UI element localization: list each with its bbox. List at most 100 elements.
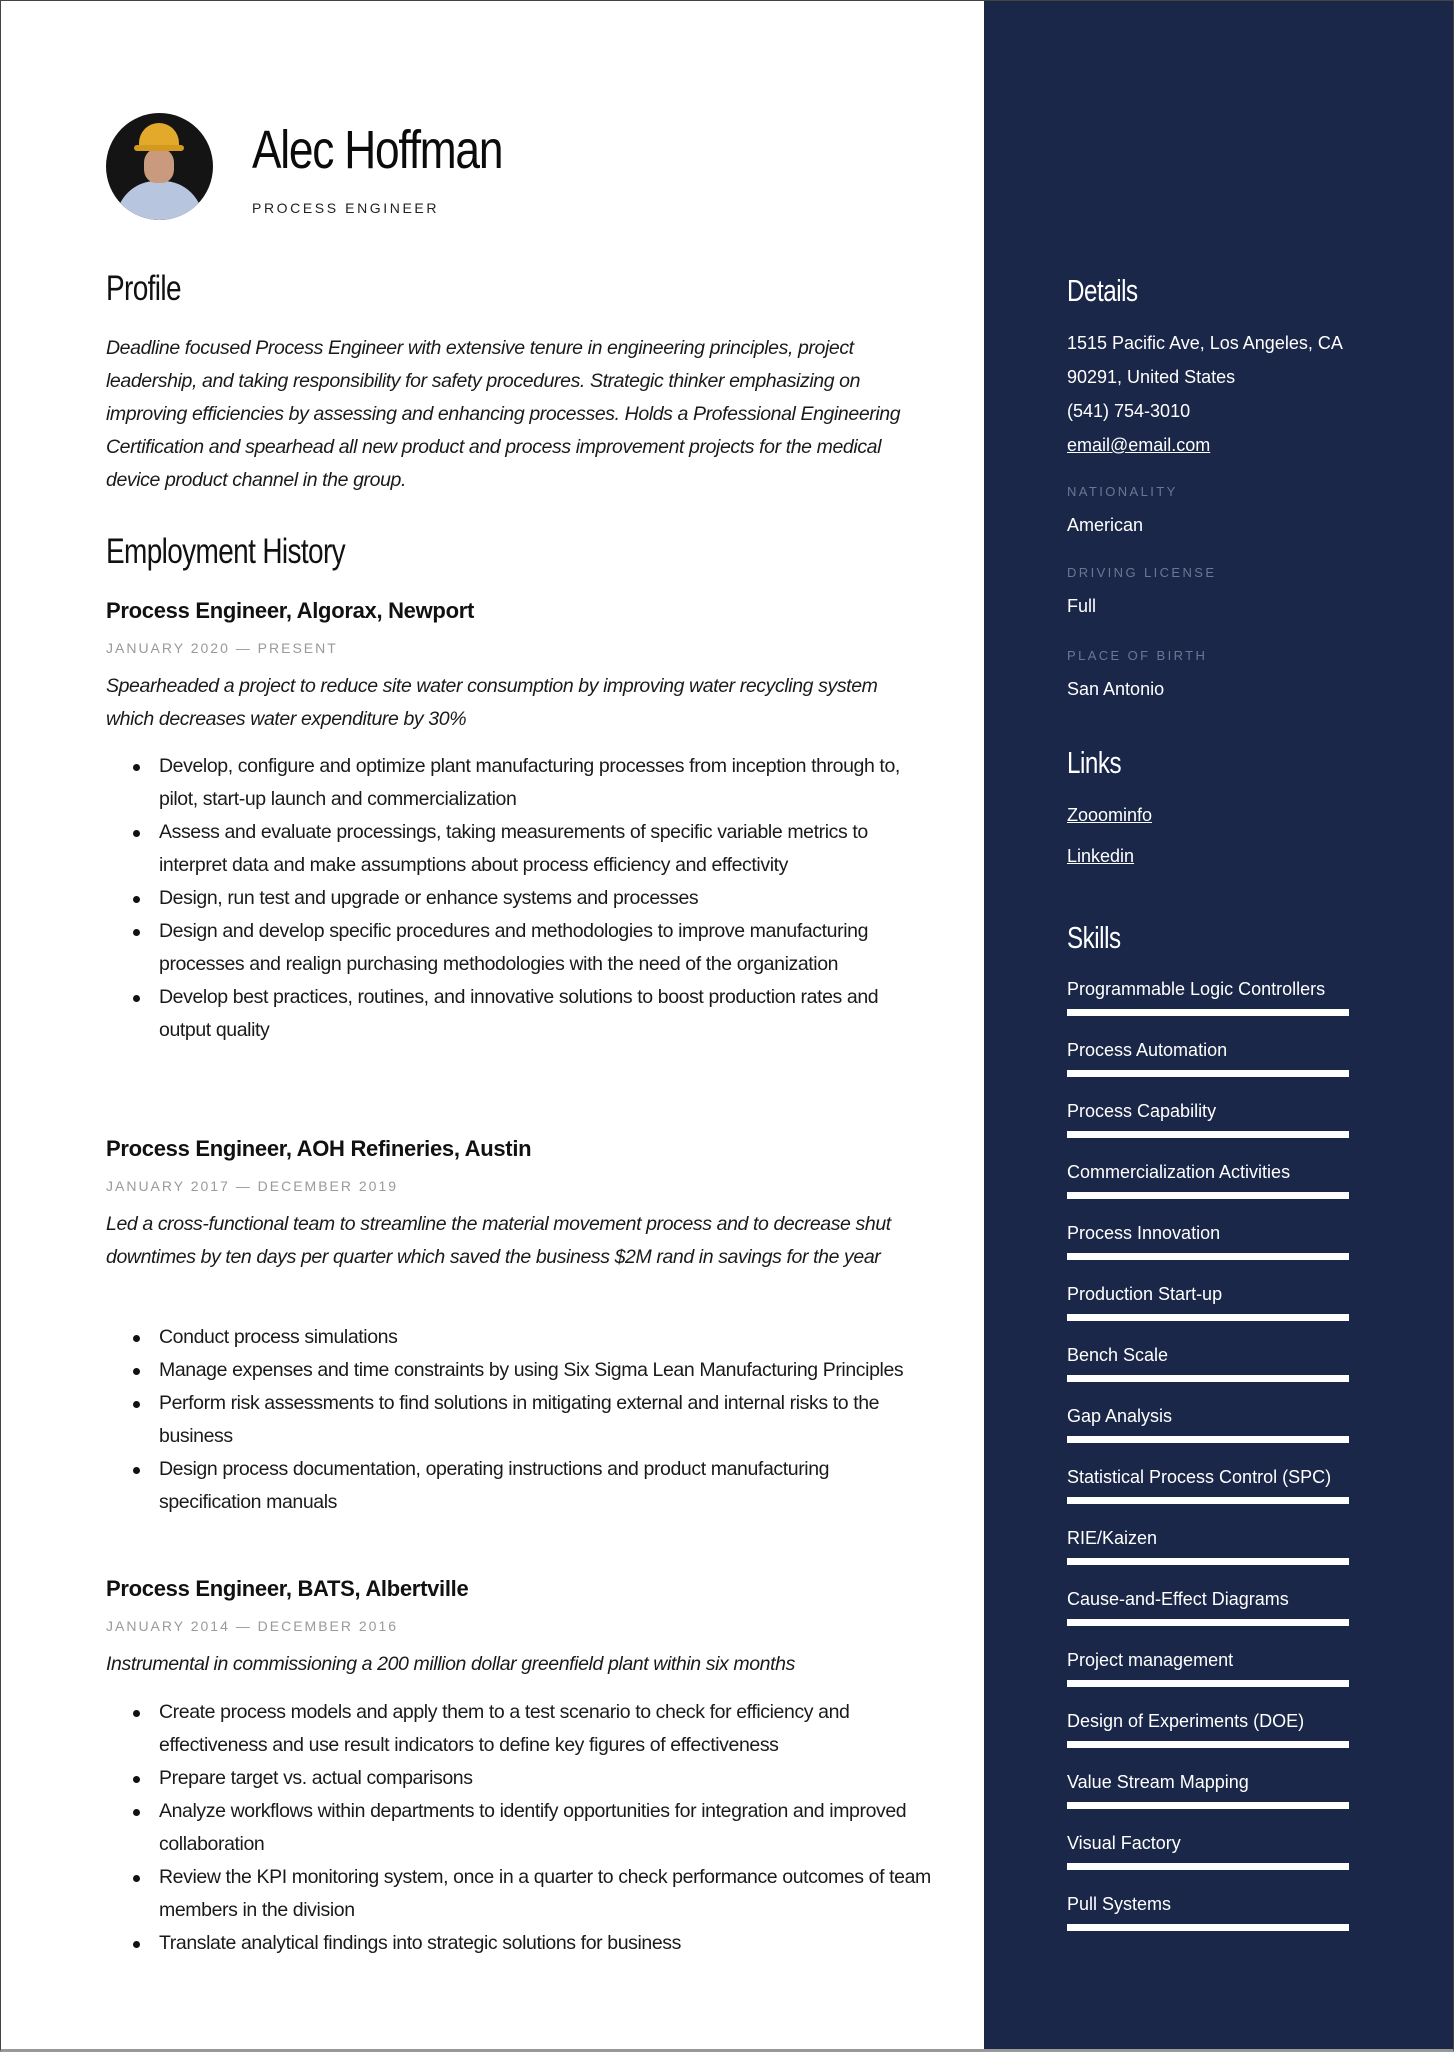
bullet-item: Design and develop specific procedures a… — [133, 915, 931, 981]
skill-level-fill — [1067, 1802, 1349, 1809]
skill-level-fill — [1067, 1558, 1349, 1565]
job-bullets: Conduct process simulations Manage expen… — [106, 1321, 931, 1519]
skill-level-fill — [1067, 1192, 1349, 1199]
skill-name: Visual Factory — [1067, 1833, 1181, 1853]
skill-name: Design of Experiments (DOE) — [1067, 1711, 1305, 1731]
place-of-birth-value: San Antonio — [1067, 679, 1165, 699]
skill-item: Cause-and-Effect Diagrams — [1067, 1587, 1349, 1648]
nationality-value: American — [1067, 515, 1144, 535]
skill-name: Statistical Process Control (SPC) — [1067, 1467, 1332, 1487]
skill-level-bar — [1067, 1314, 1349, 1321]
job-bullets: Create process models and apply them to … — [106, 1696, 931, 1960]
nationality-label: NATIONALITY — [1067, 484, 1178, 499]
skill-level-fill — [1067, 1314, 1349, 1321]
skills-list: Programmable Logic Controllers Process Au… — [1067, 977, 1349, 1953]
skill-name: Production Start-up — [1067, 1284, 1223, 1304]
skill-level-bar — [1067, 1680, 1349, 1687]
skill-item: Process Automation — [1067, 1038, 1349, 1099]
skill-item: Programmable Logic Controllers — [1067, 977, 1349, 1038]
link-zooominfo[interactable]: Zooominfo — [1067, 803, 1152, 827]
skill-item: Process Innovation — [1067, 1221, 1349, 1282]
skill-level-bar — [1067, 1558, 1349, 1565]
job-title: Process Engineer, BATS, Albertville — [106, 1576, 469, 1601]
job-summary: Spearheaded a project to reduce site wat… — [106, 675, 878, 730]
job-dates: JANUARY 2017 — DECEMBER 2019 — [106, 1178, 399, 1194]
skill-item: Design of Experiments (DOE) — [1067, 1709, 1349, 1770]
resume-page: Alec Hoffman PROCESS ENGINEER Profile De… — [0, 0, 1454, 2052]
skill-level-bar — [1067, 1741, 1349, 1748]
link-linkedin[interactable]: Linkedin — [1067, 844, 1134, 868]
photo-shirt — [116, 181, 203, 220]
bullet-item: Translate analytical findings into strat… — [133, 1927, 931, 1960]
skill-item: Commercialization Activities — [1067, 1160, 1349, 1221]
bullet-item: Conduct process simulations — [133, 1321, 931, 1354]
details-heading: Details — [1067, 273, 1138, 308]
skill-level-fill — [1067, 1009, 1349, 1016]
skill-item: Statistical Process Control (SPC) — [1067, 1465, 1349, 1526]
links-heading: Links — [1067, 745, 1122, 780]
address-line1: 1515 Pacific Ave, Los Angeles, CA — [1067, 333, 1343, 353]
skill-name: Gap Analysis — [1067, 1406, 1173, 1426]
bullet-item: Create process models and apply them to … — [133, 1696, 931, 1762]
skill-name: Project management — [1067, 1650, 1234, 1670]
bullet-item: Develop best practices, routines, and in… — [133, 981, 931, 1047]
employment-heading: Employment History — [106, 532, 346, 571]
skills-heading: Skills — [1067, 920, 1121, 955]
bullet-item: Analyze workflows within departments to … — [133, 1795, 931, 1861]
skill-level-bar — [1067, 1497, 1349, 1504]
place-of-birth-label: PLACE OF BIRTH — [1067, 648, 1208, 663]
skill-level-bar — [1067, 1009, 1349, 1016]
bullet-item: Manage expenses and time constraints by … — [133, 1354, 931, 1387]
hard-hat-brim — [134, 145, 184, 151]
bullet-item: Assess and evaluate processings, taking … — [133, 816, 931, 882]
job-dates: JANUARY 2020 — PRESENT — [106, 640, 338, 656]
skill-level-fill — [1067, 1253, 1349, 1260]
skill-name: Value Stream Mapping — [1067, 1772, 1249, 1792]
skill-level-fill — [1067, 1497, 1349, 1504]
bullet-item: Design process documentation, operating … — [133, 1453, 931, 1519]
skill-level-fill — [1067, 1619, 1349, 1626]
skill-level-bar — [1067, 1192, 1349, 1199]
candidate-name: Alec Hoffman — [252, 120, 503, 180]
skill-item: Production Start-up — [1067, 1282, 1349, 1343]
skill-level-bar — [1067, 1619, 1349, 1626]
skill-item: Process Capability — [1067, 1099, 1349, 1160]
skill-item: Project management — [1067, 1648, 1349, 1709]
skill-level-bar — [1067, 1802, 1349, 1809]
profile-heading: Profile — [106, 269, 182, 308]
skill-level-fill — [1067, 1131, 1349, 1138]
skill-level-fill — [1067, 1436, 1349, 1443]
skill-name: Process Capability — [1067, 1101, 1217, 1121]
bullet-item: Prepare target vs. actual comparisons — [133, 1762, 931, 1795]
bullet-item: Develop, configure and optimize plant ma… — [133, 750, 931, 816]
job-title: Process Engineer, AOH Refineries, Austin — [106, 1136, 532, 1161]
skill-item: Pull Systems — [1067, 1892, 1349, 1953]
address-line2: 90291, United States — [1067, 367, 1236, 387]
skill-level-fill — [1067, 1375, 1349, 1382]
job-title: Process Engineer, Algorax, Newport — [106, 598, 474, 623]
skill-level-fill — [1067, 1741, 1349, 1748]
skill-name: Commercialization Activities — [1067, 1162, 1291, 1182]
photo-face — [144, 149, 174, 183]
job-bullets: Develop, configure and optimize plant ma… — [106, 750, 931, 1047]
skill-item: Gap Analysis — [1067, 1404, 1349, 1465]
candidate-title: PROCESS ENGINEER — [252, 200, 440, 216]
skill-name: Programmable Logic Controllers — [1067, 979, 1326, 999]
skill-level-fill — [1067, 1863, 1349, 1870]
skill-level-bar — [1067, 1131, 1349, 1138]
skill-item: RIE/Kaizen — [1067, 1526, 1349, 1587]
skill-name: RIE/Kaizen — [1067, 1528, 1158, 1548]
email-link[interactable]: email@email.com — [1067, 433, 1210, 457]
job-summary: Instrumental in commissioning a 200 mill… — [106, 1653, 795, 1675]
skill-item: Visual Factory — [1067, 1831, 1349, 1892]
bullet-item: Perform risk assessments to find solutio… — [133, 1387, 931, 1453]
skill-level-bar — [1067, 1924, 1349, 1931]
skill-name: Process Automation — [1067, 1040, 1228, 1060]
skill-level-bar — [1067, 1070, 1349, 1077]
skill-name: Bench Scale — [1067, 1345, 1169, 1365]
skill-item: Value Stream Mapping — [1067, 1770, 1349, 1831]
bullet-item: Review the KPI monitoring system, once i… — [133, 1861, 931, 1927]
skill-level-bar — [1067, 1436, 1349, 1443]
bullet-item: Design, run test and upgrade or enhance … — [133, 882, 931, 915]
skill-level-fill — [1067, 1070, 1349, 1077]
